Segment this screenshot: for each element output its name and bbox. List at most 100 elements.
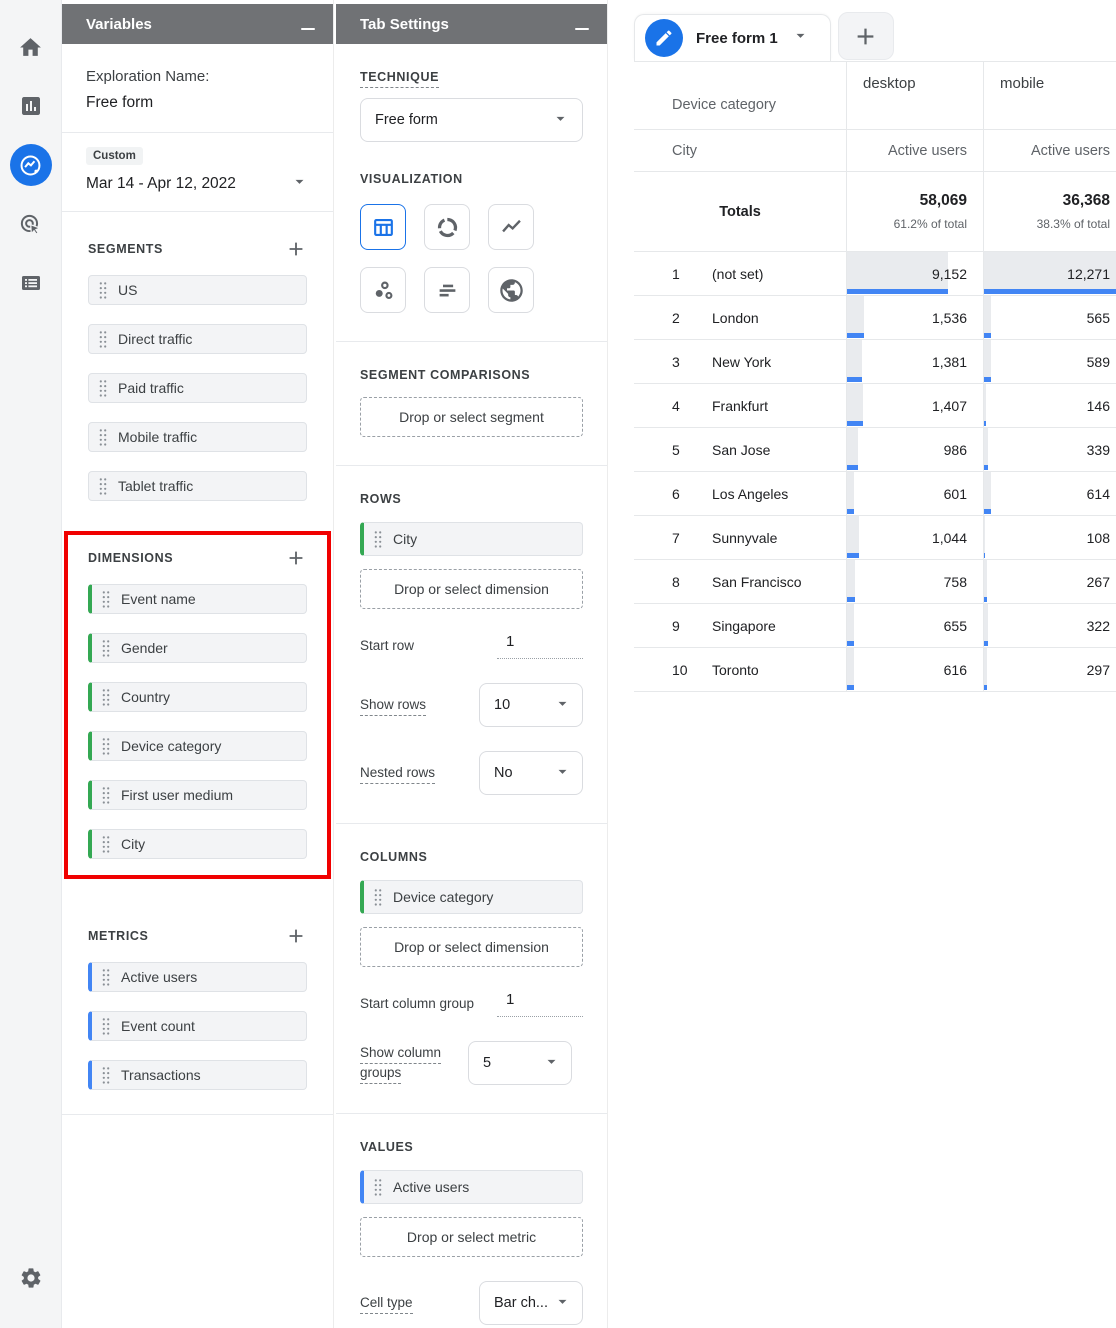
column-header-desktop[interactable]: desktop [846,62,983,130]
metrics-label: METRICS [88,929,148,943]
dimension-chip[interactable]: Event name [88,584,307,614]
bar-chart-icon[interactable] [424,267,470,313]
cell-bar-background [847,296,864,333]
dimension-chip[interactable]: City [88,829,307,859]
explore-icon[interactable] [10,144,52,186]
rows-dimension-chip[interactable]: City [360,522,583,556]
home-icon[interactable] [10,26,52,68]
cell-bar-background [984,296,991,333]
dimension-chip[interactable]: Country [88,682,307,712]
drag-handle-icon [101,835,111,853]
cell-value: 108 [1087,530,1110,546]
reports-icon[interactable] [10,85,52,127]
date-range-value: Mar 14 - Apr 12, 2022 [86,175,236,193]
table-cell-desktop: 1,407 [846,384,983,428]
metric-header-mobile[interactable]: Active users [983,130,1116,172]
table-cell-mobile: 146 [983,384,1116,428]
show-rows-select[interactable]: 10 [479,683,583,727]
visualization-label: VISUALIZATION [360,172,463,186]
values-metric-dropzone[interactable]: Drop or select metric [360,1217,583,1257]
add-segment-button[interactable] [285,238,307,260]
table-cell-mobile: 339 [983,428,1116,472]
scatter-chart-icon[interactable] [360,267,406,313]
segment-chip[interactable]: Mobile traffic [88,422,307,452]
table-cell-desktop: 9,152 [846,252,983,296]
columns-dimension-dropzone[interactable]: Drop or select dimension [360,927,583,967]
start-column-group-input[interactable]: 1 [497,991,583,1017]
cell-bar-value [984,509,991,514]
cell-value: 1,044 [932,530,967,546]
values-label: VALUES [360,1140,413,1154]
date-range-selector[interactable]: Custom Mar 14 - Apr 12, 2022 [62,133,333,212]
cell-bar-value [984,641,988,646]
row-rank: 1 [672,266,712,282]
add-metric-button[interactable] [285,925,307,947]
technique-select[interactable]: Free form [360,98,583,142]
row-city-name: London [712,310,759,326]
segment-chip-label: Mobile traffic [118,429,197,445]
cell-bar-value [847,553,859,558]
row-dimension-label[interactable]: City [634,130,846,172]
minimize-icon[interactable] [301,28,315,30]
table-cell-mobile: 12,271 [983,252,1116,296]
metric-chip[interactable]: Active users [88,962,307,992]
segment-chip[interactable]: Tablet traffic [88,471,307,501]
cell-type-value: Bar ch... [494,1295,548,1311]
chevron-down-icon [542,1052,561,1075]
add-dimension-button[interactable] [285,547,307,569]
donut-chart-icon[interactable] [424,204,470,250]
visualization-options [360,204,583,313]
segment-chip[interactable]: US [88,275,307,305]
pencil-icon [645,19,683,57]
column-header-mobile[interactable]: mobile [983,62,1116,130]
metric-chip[interactable]: Event count [88,1011,307,1041]
cell-bar-value [847,289,948,294]
gear-icon[interactable] [10,1257,52,1299]
tab-free-form-1[interactable]: Free form 1 [634,14,831,61]
values-metric-chip[interactable]: Active users [360,1170,583,1204]
divider [62,1114,333,1115]
library-icon[interactable] [10,262,52,304]
cell-value: 758 [944,574,967,590]
cell-bar-background [847,516,859,553]
show-column-groups-select[interactable]: 5 [468,1041,572,1085]
cell-bar-background [847,428,858,465]
table-row-city: 3New York [634,340,846,384]
add-tab-button[interactable] [838,12,894,60]
table-cell-desktop: 1,381 [846,340,983,384]
table-chart-icon[interactable] [360,204,406,250]
table-cell-desktop: 1,044 [846,516,983,560]
advertising-icon[interactable] [10,203,52,245]
rows-dimension-dropzone[interactable]: Drop or select dimension [360,569,583,609]
segment-chip[interactable]: Direct traffic [88,324,307,354]
metric-chip[interactable]: Transactions [88,1060,307,1090]
cell-bar-background [847,560,855,597]
columns-dimension-chip[interactable]: Device category [360,880,583,914]
minimize-icon[interactable] [575,28,589,30]
segment-chip[interactable]: Paid traffic [88,373,307,403]
metric-header-desktop[interactable]: Active users [846,130,983,172]
totals-desktop-pct: 61.2% of total [894,217,967,231]
exploration-name-value[interactable]: Free form [86,94,309,112]
nested-rows-select[interactable]: No [479,751,583,795]
chevron-down-icon [290,172,309,196]
segment-dropzone[interactable]: Drop or select segment [360,397,583,437]
cell-value: 616 [944,662,967,678]
line-chart-icon[interactable] [488,204,534,250]
metrics-list: Active users Event count Transactions [88,962,307,1090]
geo-map-icon[interactable] [488,267,534,313]
table-row-city: 8San Francisco [634,560,846,604]
dimension-chip[interactable]: Device category [88,731,307,761]
segments-label: SEGMENTS [88,242,163,256]
cell-value: 614 [1087,486,1110,502]
table-cell-mobile: 322 [983,604,1116,648]
segment-chip-label: Direct traffic [118,331,192,347]
cell-type-select[interactable]: Bar ch... [479,1281,583,1325]
dimension-chip[interactable]: Gender [88,633,307,663]
cell-value: 12,271 [1067,266,1110,282]
cell-bar-value [984,597,987,602]
start-row-input[interactable]: 1 [497,633,583,659]
segment-chip-label: US [118,282,137,298]
dimension-chip[interactable]: First user medium [88,780,307,810]
nav-rail-items [10,26,52,321]
